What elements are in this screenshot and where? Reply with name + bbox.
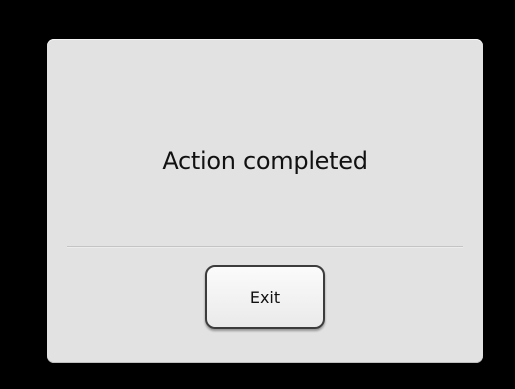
screen-backdrop: Action completed Exit bbox=[0, 0, 515, 389]
dialog-divider bbox=[67, 246, 463, 248]
completion-dialog: Action completed Exit bbox=[47, 39, 483, 363]
dialog-message: Action completed bbox=[162, 147, 368, 175]
exit-button[interactable]: Exit bbox=[205, 265, 325, 329]
